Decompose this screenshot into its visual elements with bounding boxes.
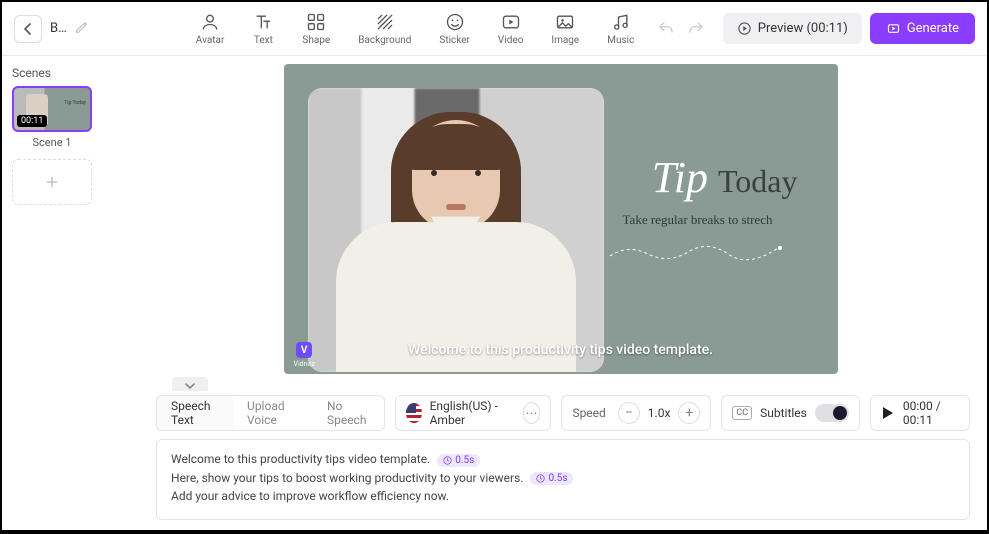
- avatar-icon: [199, 11, 221, 33]
- preview-button[interactable]: Preview (00:11): [723, 13, 862, 44]
- controls-row: Speech Text Upload Voice No Speech Engli…: [156, 395, 970, 431]
- cc-icon: CC: [732, 406, 752, 420]
- tool-label: Video: [498, 35, 523, 46]
- generate-icon: [886, 21, 901, 36]
- app-root: B… Avatar Text Shape Background: [2, 2, 987, 530]
- project-title[interactable]: B…: [50, 21, 67, 36]
- title-serif: Today: [718, 163, 798, 200]
- slide-title[interactable]: Tip Today: [652, 152, 798, 203]
- scene-duration: 00:11: [17, 115, 47, 127]
- background-icon: [374, 11, 396, 33]
- tool-shape[interactable]: Shape: [302, 11, 330, 46]
- tool-video[interactable]: Video: [498, 11, 523, 46]
- speed-label: Speed: [572, 406, 605, 420]
- subtitles-toggle[interactable]: [815, 404, 849, 422]
- undo-redo-group: [657, 20, 705, 38]
- tool-label: Sticker: [439, 35, 470, 46]
- body-row: Scenes Tip Today 00:11 Scene 1: [2, 56, 987, 391]
- speed-increase-button[interactable]: +: [678, 402, 700, 424]
- script-line: Here, show your tips to boost working pr…: [171, 471, 955, 485]
- edit-title-icon[interactable]: [75, 19, 88, 38]
- speed-decrease-button[interactable]: −: [618, 402, 640, 424]
- clock-icon: [443, 456, 452, 465]
- brand-name: Vidnoz: [294, 360, 315, 368]
- drawer-toggle[interactable]: [172, 377, 208, 391]
- scenes-title: Scenes: [12, 66, 124, 80]
- bottom-panel: Speech Text Upload Voice No Speech Engli…: [156, 395, 970, 520]
- pause-pill[interactable]: 0.5s: [530, 472, 573, 485]
- plus-icon: [44, 174, 60, 190]
- scene-thumbnail-1[interactable]: Tip Today 00:11: [12, 86, 92, 132]
- add-scene-button[interactable]: [12, 159, 92, 205]
- speed-value: 1.0x: [648, 406, 671, 420]
- subtitles-control: CC Subtitles: [721, 395, 859, 431]
- scene-label: Scene 1: [12, 136, 92, 149]
- music-icon: [610, 11, 632, 33]
- tool-background[interactable]: Background: [358, 11, 411, 46]
- title-script: Tip: [652, 152, 708, 203]
- tab-upload-voice[interactable]: Upload Voice: [233, 396, 313, 430]
- avatar-person: [336, 112, 576, 372]
- tool-avatar[interactable]: Avatar: [196, 11, 225, 46]
- tool-music[interactable]: Music: [607, 11, 634, 46]
- script-text: Add your advice to improve workflow effi…: [171, 489, 449, 503]
- tool-sticker[interactable]: Sticker: [439, 11, 470, 46]
- text-icon: [252, 11, 274, 33]
- play-circle-icon: [737, 21, 752, 36]
- voice-name: English(US) - Amber: [430, 399, 515, 427]
- video-icon: [500, 11, 522, 33]
- playback-time: 00:00 / 00:11: [903, 399, 957, 427]
- speed-control: Speed − 1.0x +: [561, 395, 711, 431]
- canvas-area: Tip Today Take regular breaks to strech …: [134, 56, 987, 391]
- shape-icon: [305, 11, 327, 33]
- flag-us-icon: [406, 403, 422, 423]
- tool-label: Shape: [302, 35, 330, 46]
- tool-label: Image: [551, 35, 579, 46]
- preview-label: Preview (00:11): [758, 21, 848, 36]
- generate-label: Generate: [907, 21, 959, 36]
- tab-speech-text[interactable]: Speech Text: [157, 396, 233, 430]
- redo-icon[interactable]: [687, 20, 705, 38]
- tool-text[interactable]: Text: [252, 11, 274, 46]
- playback-control: 00:00 / 00:11: [870, 395, 970, 431]
- sticker-icon: [444, 11, 466, 33]
- script-line: Add your advice to improve workflow effi…: [171, 489, 955, 503]
- tool-label: Background: [358, 35, 411, 46]
- tool-label: Text: [254, 35, 273, 46]
- script-textarea[interactable]: Welcome to this productivity tips video …: [156, 439, 970, 520]
- scenes-panel: Scenes Tip Today 00:11 Scene 1: [2, 56, 134, 391]
- tool-image[interactable]: Image: [551, 11, 579, 46]
- tool-label: Avatar: [196, 35, 225, 46]
- toolbar: Avatar Text Shape Background Sticker Vid…: [196, 11, 635, 46]
- script-text: Welcome to this productivity tips video …: [171, 452, 430, 466]
- script-text: Here, show your tips to boost working pr…: [171, 471, 523, 485]
- pause-pill[interactable]: 0.5s: [437, 454, 480, 467]
- slide-subtitle[interactable]: Take regular breaks to strech: [598, 212, 798, 228]
- back-button[interactable]: [14, 15, 42, 43]
- squiggle-decoration: [608, 242, 788, 262]
- subtitles-label: Subtitles: [760, 406, 807, 420]
- avatar-frame[interactable]: [308, 88, 604, 372]
- voice-selector[interactable]: English(US) - Amber ⋯: [395, 395, 552, 431]
- speech-mode-tabs: Speech Text Upload Voice No Speech: [156, 395, 385, 431]
- tab-no-speech[interactable]: No Speech: [313, 396, 384, 430]
- canvas[interactable]: Tip Today Take regular breaks to strech …: [284, 64, 838, 374]
- chevron-left-icon: [22, 23, 34, 35]
- play-button[interactable]: [883, 407, 893, 419]
- caption-text: Welcome to this productivity tips video …: [284, 342, 838, 358]
- image-icon: [554, 11, 576, 33]
- script-line: Welcome to this productivity tips video …: [171, 452, 955, 466]
- brand-badge: V Vidnoz: [294, 342, 315, 368]
- top-bar: B… Avatar Text Shape Background: [2, 2, 987, 56]
- undo-icon[interactable]: [657, 20, 675, 38]
- generate-button[interactable]: Generate: [870, 13, 975, 44]
- chevron-down-icon: [184, 380, 196, 391]
- voice-more-button[interactable]: ⋯: [523, 402, 541, 424]
- tool-label: Music: [607, 35, 634, 46]
- brand-logo-icon: V: [296, 342, 312, 358]
- clock-icon: [536, 474, 545, 483]
